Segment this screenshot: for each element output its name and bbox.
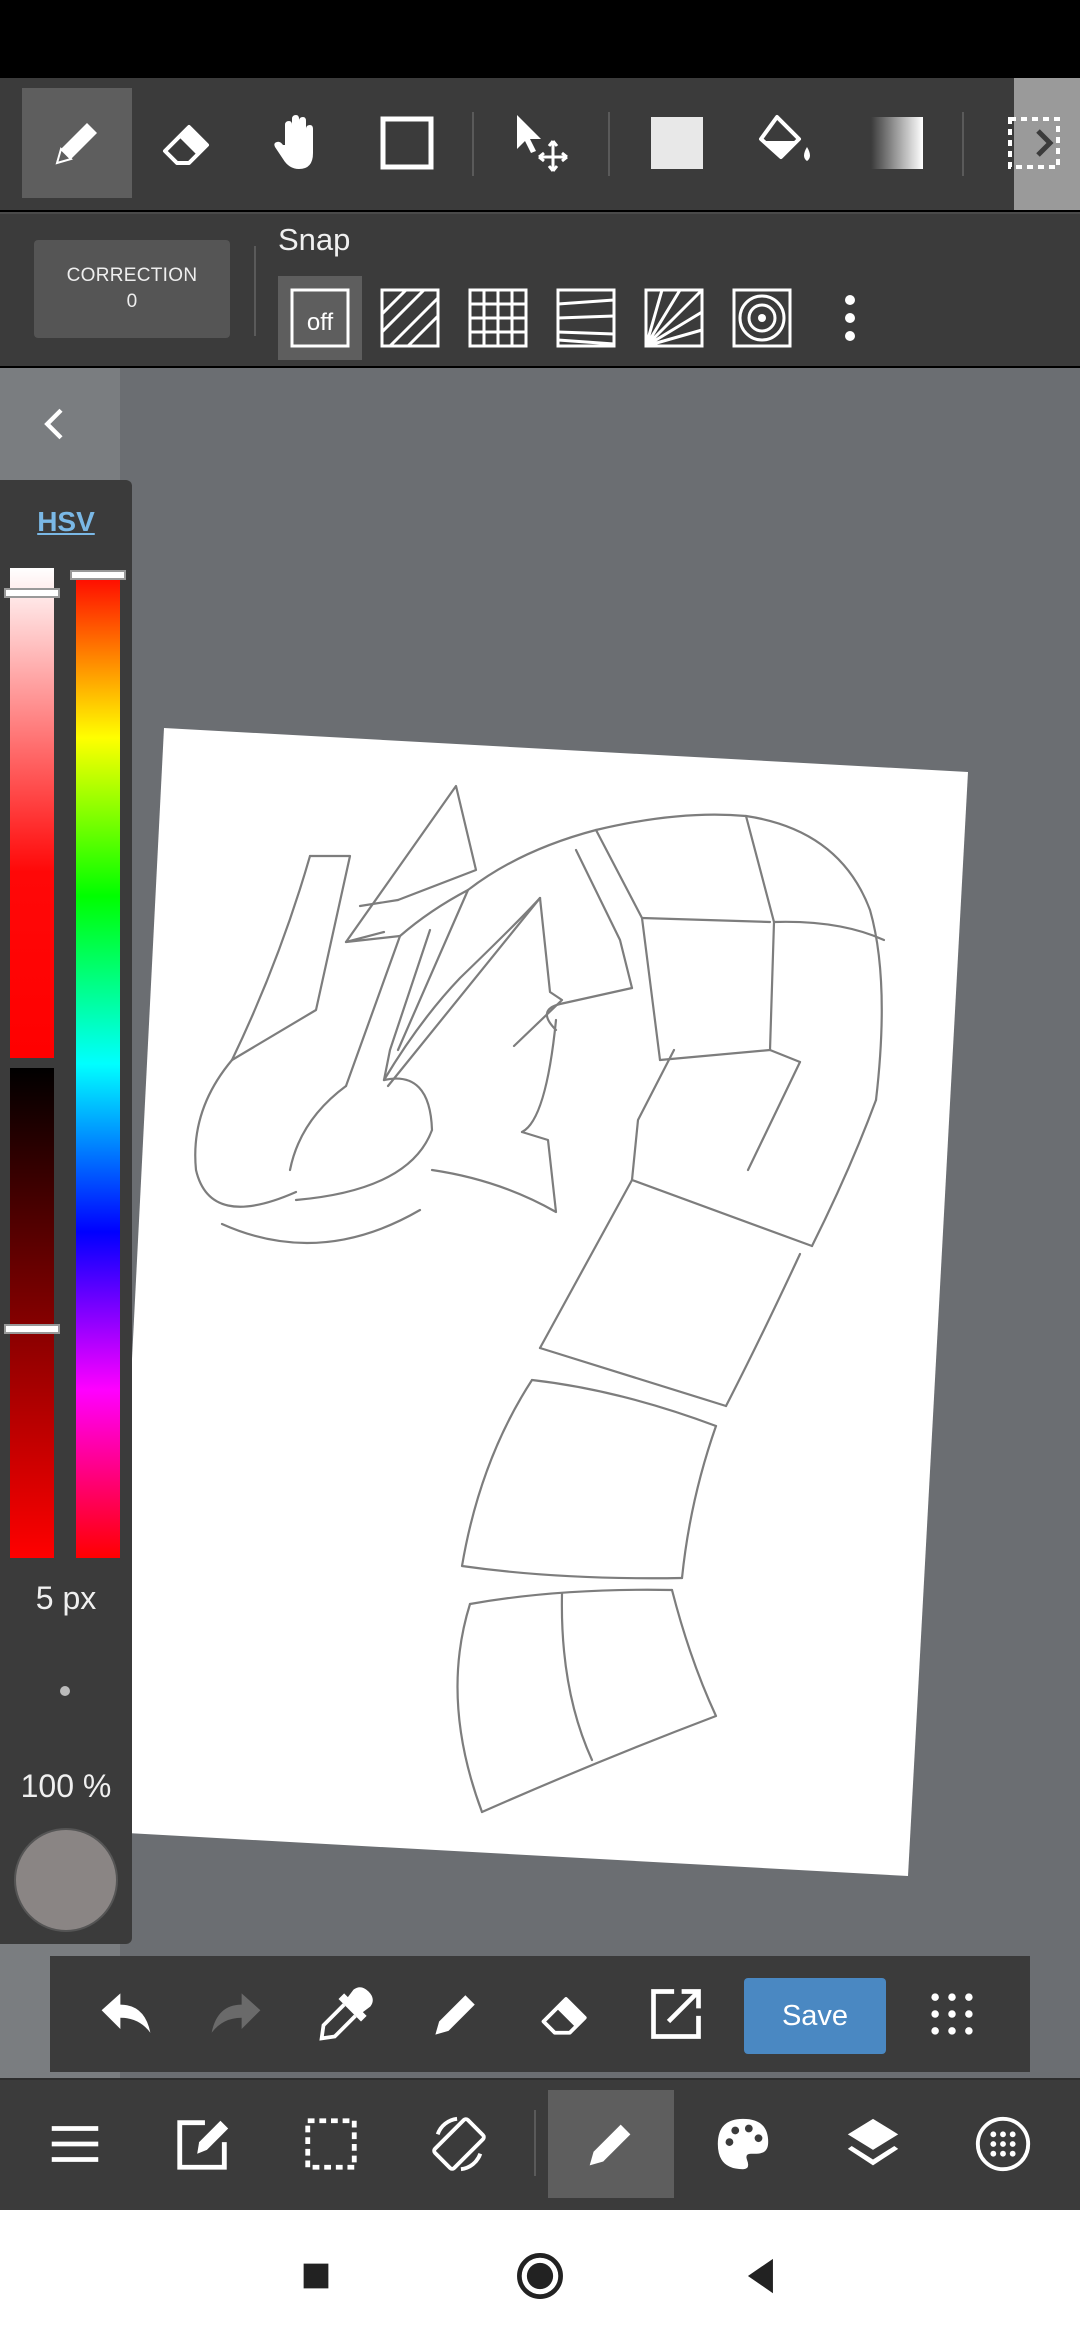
redo-icon: [211, 1993, 261, 2033]
shape-tool-button[interactable]: [352, 88, 462, 198]
select-button[interactable]: [268, 2090, 394, 2198]
snap-more-button[interactable]: [808, 276, 892, 360]
more-vertical-icon: [845, 295, 855, 341]
menu-icon: [51, 2126, 99, 2162]
circle-snap-icon: [732, 288, 792, 348]
back-icon: [747, 2258, 773, 2294]
parallel-snap-icon: [380, 288, 440, 348]
brush-size-preview: [60, 1686, 70, 1696]
snap-off-button[interactable]: off: [278, 276, 362, 360]
move-tool-button[interactable]: [488, 88, 598, 198]
rotate-icon: [432, 2116, 486, 2172]
rotate-canvas-button[interactable]: [396, 2090, 522, 2198]
recents-icon: [303, 2263, 329, 2289]
radial-snap-icon: [644, 288, 704, 348]
separator: [254, 246, 256, 336]
edit-button[interactable]: [140, 2090, 266, 2198]
eyedropper-icon: [319, 1987, 373, 2041]
canvas-area[interactable]: [0, 368, 1080, 2078]
separator: [472, 112, 474, 176]
redo-button[interactable]: [186, 1962, 286, 2066]
color-panel-button[interactable]: [680, 2090, 806, 2198]
quick-pen-button[interactable]: [406, 1962, 506, 2066]
selection-icon: [1008, 117, 1060, 169]
pen-icon: [435, 1995, 475, 2035]
parallel-snap-button[interactable]: [368, 276, 452, 360]
layers-icon: [847, 2118, 899, 2166]
current-color-swatch[interactable]: [14, 1828, 118, 1932]
quick-eraser-button[interactable]: [516, 1962, 616, 2066]
separator: [962, 112, 964, 176]
radial-snap-button[interactable]: [632, 276, 716, 360]
brush-size-label[interactable]: 5 px: [0, 1580, 132, 1617]
hand-icon: [274, 115, 313, 169]
circle-snap-button[interactable]: [720, 276, 804, 360]
status-bar: [0, 0, 1080, 78]
collapse-panel-button[interactable]: [22, 392, 90, 456]
eraser-tool-button[interactable]: [132, 88, 242, 198]
chevron-left-icon: [44, 408, 63, 440]
snap-label: Snap: [278, 222, 351, 257]
action-menu-button[interactable]: [902, 1962, 1002, 2066]
hue-knob[interactable]: [70, 570, 126, 580]
saturation-slider[interactable]: [10, 568, 54, 1058]
snap-off-text: off: [307, 309, 334, 336]
hand-tool-button[interactable]: [242, 88, 352, 198]
edit-icon: [177, 2120, 229, 2170]
correction-label: CORRECTION: [66, 265, 198, 286]
pen-tool-button[interactable]: [22, 88, 132, 198]
material-icon: [975, 2116, 1031, 2172]
brightness-slider[interactable]: [10, 1068, 54, 1558]
material-button[interactable]: [940, 2090, 1066, 2198]
perspective-snap-icon: [556, 288, 616, 348]
brush-panel-button[interactable]: [548, 2090, 674, 2198]
main-menu-button[interactable]: [12, 2090, 138, 2198]
home-icon: [517, 2253, 563, 2299]
perspective-snap-button[interactable]: [544, 276, 628, 360]
pen-icon: [55, 123, 97, 165]
brush-icon: [589, 2124, 631, 2166]
undo-icon: [101, 1993, 151, 2033]
grid-snap-button[interactable]: [456, 276, 540, 360]
back-button[interactable]: [726, 2240, 798, 2312]
selection-tool-button[interactable]: [988, 88, 1080, 198]
save-button[interactable]: Save: [744, 1978, 886, 2054]
grid-snap-icon: [468, 288, 528, 348]
separator: [608, 112, 610, 176]
eyedropper-button[interactable]: [296, 1962, 396, 2066]
gradient-tool-button[interactable]: [842, 88, 952, 198]
correction-value: 0: [126, 291, 138, 312]
grid-dots-icon: [931, 1993, 973, 2035]
hue-slider[interactable]: [76, 570, 120, 1558]
eraser-icon: [163, 125, 209, 165]
home-button[interactable]: [504, 2240, 576, 2312]
color-mode-link[interactable]: HSV: [0, 506, 132, 538]
opacity-label[interactable]: 100 %: [0, 1768, 132, 1805]
gradient-icon: [871, 117, 923, 169]
bucket-tool-button[interactable]: [732, 88, 842, 198]
snap-off-icon: off: [290, 288, 350, 348]
move-icon: [517, 115, 568, 172]
transform-button[interactable]: [626, 1962, 726, 2066]
bucket-icon: [759, 115, 810, 161]
saturation-knob[interactable]: [4, 588, 60, 598]
separator: [534, 2110, 536, 2176]
recents-button[interactable]: [280, 2240, 352, 2312]
palette-icon: [717, 2118, 769, 2170]
undo-button[interactable]: [76, 1962, 176, 2066]
selection-icon: [305, 2118, 357, 2170]
square-outline-icon: [380, 116, 434, 170]
brightness-knob[interactable]: [4, 1324, 60, 1334]
layers-button[interactable]: [810, 2090, 936, 2198]
eraser-icon: [541, 1997, 587, 2035]
fill-square-icon: [651, 117, 703, 169]
transform-icon: [651, 1989, 701, 2039]
correction-button[interactable]: CORRECTION 0: [34, 240, 230, 338]
fill-rect-tool-button[interactable]: [622, 88, 732, 198]
